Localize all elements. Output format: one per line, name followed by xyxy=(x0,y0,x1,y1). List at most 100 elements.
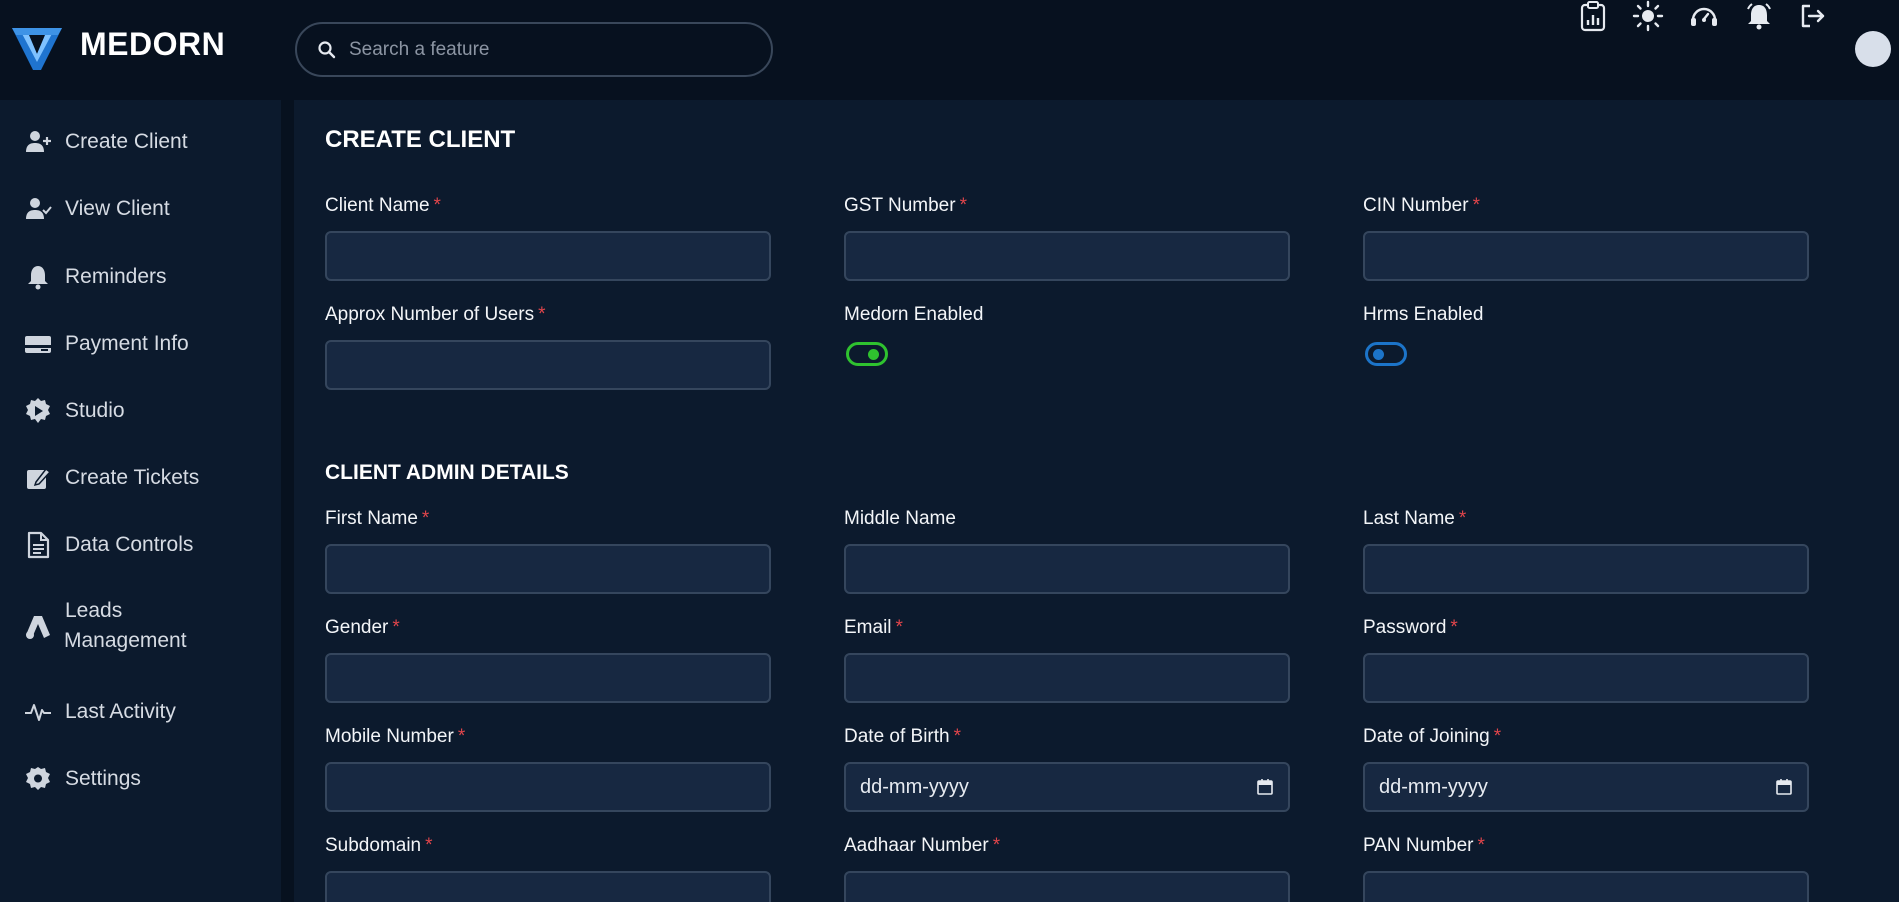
gear-puzzle-icon xyxy=(26,398,50,423)
edit-icon xyxy=(27,467,52,489)
gender-label: Gender xyxy=(325,617,389,638)
approx-users-field: Approx Number of Users * xyxy=(325,304,771,390)
required-mark: * xyxy=(1493,726,1502,747)
sidebar-item-label: Data Controls xyxy=(65,533,194,556)
middle-name-input[interactable] xyxy=(844,544,1290,594)
toggle-knob xyxy=(1373,349,1384,360)
sidebar-item-label: Create Client xyxy=(65,130,188,153)
client-name-input[interactable] xyxy=(325,231,771,281)
clipboard-chart-icon[interactable] xyxy=(1577,0,1609,32)
document-icon xyxy=(27,531,50,559)
user-plus-icon xyxy=(26,131,51,152)
toggle-knob xyxy=(868,349,879,360)
settings-icon xyxy=(26,767,50,790)
password-field: Password * xyxy=(1363,617,1809,703)
sidebar-item-label: Leads xyxy=(65,599,123,622)
email-label: Email xyxy=(844,617,892,638)
required-mark: * xyxy=(1472,195,1480,216)
pan-number-input[interactable] xyxy=(1363,871,1809,902)
required-mark: * xyxy=(425,835,433,856)
date-placeholder: dd-mm-yyyy xyxy=(860,775,969,798)
leads-icon xyxy=(26,616,50,639)
sidebar-item-view-client[interactable]: View Client xyxy=(0,181,281,237)
search-input[interactable] xyxy=(349,38,749,61)
required-mark: * xyxy=(457,726,466,747)
date-of-joining-field: Date of Joining * dd-mm-yyyy xyxy=(1363,726,1809,812)
medorn-enabled-toggle[interactable] xyxy=(846,342,888,366)
pan-number-label: PAN Number xyxy=(1363,835,1474,856)
required-mark: * xyxy=(953,726,962,747)
first-name-field: First Name * xyxy=(325,508,771,594)
sidebar-item-label: Settings xyxy=(65,767,141,790)
sidebar-item-label: Create Tickets xyxy=(65,466,200,489)
gst-number-input[interactable] xyxy=(844,231,1290,281)
last-name-field: Last Name * xyxy=(1363,508,1809,594)
brand-name: MEDORN xyxy=(80,26,226,62)
approx-users-label: Approx Number of Users xyxy=(325,304,535,325)
alarm-bell-icon[interactable] xyxy=(1743,0,1775,32)
gst-number-field: GST Number * xyxy=(844,195,1290,281)
calendar-icon[interactable] xyxy=(1256,778,1274,796)
calendar-icon[interactable] xyxy=(1775,778,1793,796)
search-bar[interactable] xyxy=(295,22,773,77)
sidebar-item-payment-info[interactable]: Payment Info xyxy=(0,316,281,372)
date-of-joining-label: Date of Joining xyxy=(1363,726,1490,747)
cin-number-input[interactable] xyxy=(1363,231,1809,281)
date-of-joining-input[interactable]: dd-mm-yyyy xyxy=(1363,762,1809,812)
hrms-enabled-label: Hrms Enabled xyxy=(1363,304,1484,325)
subdomain-field: Subdomain * xyxy=(325,835,771,902)
middle-name-field: Middle Name xyxy=(844,508,1290,594)
sidebar-item-leads-management[interactable]: Leads Management xyxy=(0,595,281,659)
date-of-birth-input[interactable]: dd-mm-yyyy xyxy=(844,762,1290,812)
required-mark: * xyxy=(421,508,430,529)
subdomain-input[interactable] xyxy=(325,871,771,902)
client-name-label: Client Name xyxy=(325,195,430,216)
last-name-label: Last Name xyxy=(1363,508,1455,529)
mobile-number-label: Mobile Number xyxy=(325,726,454,747)
page-title: CREATE CLIENT xyxy=(325,126,516,153)
last-name-input[interactable] xyxy=(1363,544,1809,594)
password-label: Password xyxy=(1363,617,1447,638)
search-icon xyxy=(318,40,336,58)
password-input[interactable] xyxy=(1363,653,1809,703)
first-name-input[interactable] xyxy=(325,544,771,594)
sidebar-item-label: View Client xyxy=(65,197,170,220)
gender-input[interactable] xyxy=(325,653,771,703)
required-mark: * xyxy=(1450,617,1458,638)
required-mark: * xyxy=(959,195,967,216)
hrms-enabled-field: Hrms Enabled xyxy=(1363,304,1809,366)
user-avatar[interactable] xyxy=(1855,31,1891,67)
sidebar-item-studio[interactable]: Studio xyxy=(0,383,281,439)
email-input[interactable] xyxy=(844,653,1290,703)
gst-number-label: GST Number xyxy=(844,195,956,216)
cin-number-field: CIN Number * xyxy=(1363,195,1809,281)
approx-users-input[interactable] xyxy=(325,340,771,390)
aadhaar-number-input[interactable] xyxy=(844,871,1290,902)
aadhaar-number-field: Aadhaar Number * xyxy=(844,835,1290,902)
required-mark: * xyxy=(433,195,441,216)
cin-number-label: CIN Number xyxy=(1363,195,1469,216)
required-mark: * xyxy=(392,617,400,638)
sidebar-item-settings[interactable]: Settings xyxy=(0,751,281,807)
sidebar-item-create-tickets[interactable]: Create Tickets xyxy=(0,450,281,506)
pan-number-field: PAN Number * xyxy=(1363,835,1809,902)
sidebar-item-create-client[interactable]: Create Client xyxy=(0,114,281,170)
required-mark: * xyxy=(895,617,903,638)
sidebar-item-last-activity[interactable]: Last Activity xyxy=(0,684,281,740)
required-mark: * xyxy=(1477,835,1485,856)
mobile-number-field: Mobile Number * xyxy=(325,726,771,812)
logout-icon[interactable] xyxy=(1797,0,1829,32)
sun-icon[interactable] xyxy=(1632,0,1664,32)
sidebar-item-data-controls[interactable]: Data Controls xyxy=(0,517,281,573)
medorn-enabled-label: Medorn Enabled xyxy=(844,304,984,325)
sidebar-item-reminders[interactable]: Reminders xyxy=(0,249,281,305)
medorn-logo-icon xyxy=(12,28,62,70)
email-field: Email * xyxy=(844,617,1290,703)
sidebar-item-label: Studio xyxy=(65,399,125,422)
user-check-icon xyxy=(26,198,52,219)
medorn-enabled-field: Medorn Enabled xyxy=(844,304,1290,366)
mobile-number-input[interactable] xyxy=(325,762,771,812)
hrms-enabled-toggle[interactable] xyxy=(1365,342,1407,366)
support-headset-icon[interactable] xyxy=(1688,0,1720,32)
sidebar-item-label: Payment Info xyxy=(65,332,189,355)
